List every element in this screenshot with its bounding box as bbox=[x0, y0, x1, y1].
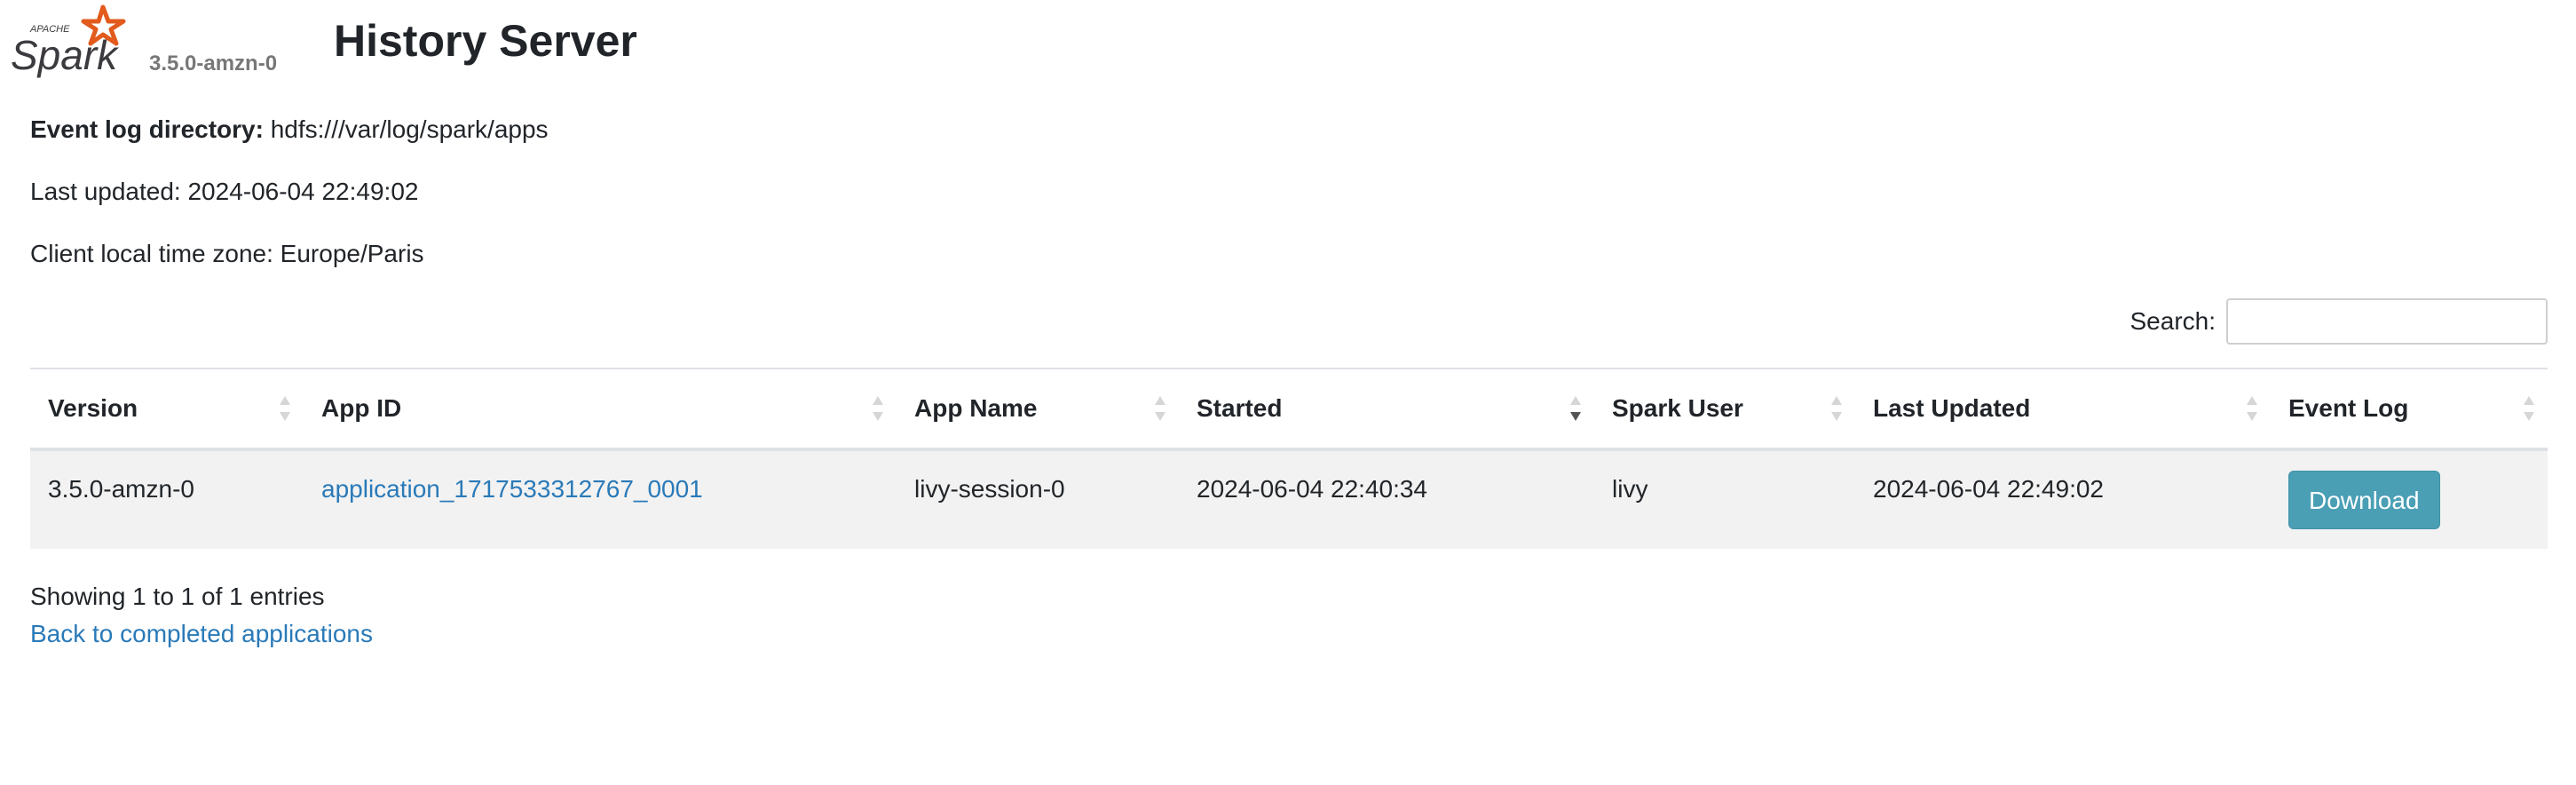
entries-info: Showing 1 to 1 of 1 entries bbox=[30, 583, 325, 610]
column-header-last-updated[interactable]: Last Updated bbox=[1855, 368, 2271, 451]
table-header-row: Version App ID App Name Started Spark Us… bbox=[30, 368, 2548, 451]
event-log-directory: Event log directory: hdfs:///var/log/spa… bbox=[30, 114, 549, 146]
cell-started-text: 2024-06-04 22:40:34 bbox=[1197, 475, 1427, 503]
column-header-app-id[interactable]: App ID bbox=[304, 368, 897, 451]
header: APACHE Spark 3.5.0-amzn-0 History Server bbox=[11, 0, 829, 85]
cell-last-updated: 2024-06-04 22:49:02 bbox=[1855, 449, 2271, 549]
cell-app-id: application_1717533312767_0001 bbox=[304, 449, 897, 549]
cell-event-log: Download bbox=[2271, 449, 2548, 549]
sort-both-icon bbox=[280, 396, 290, 421]
spark-logo-icon: APACHE Spark bbox=[11, 4, 126, 78]
last-updated: Last updated: 2024-06-04 22:49:02 bbox=[30, 178, 419, 205]
logo-spark-text: Spark bbox=[11, 32, 119, 78]
column-header-started[interactable]: Started bbox=[1179, 368, 1594, 451]
sort-both-icon bbox=[2524, 396, 2534, 421]
column-label: App Name bbox=[914, 394, 1038, 422]
sort-both-icon bbox=[873, 396, 883, 421]
column-label: Started bbox=[1197, 394, 1283, 422]
column-label: Last Updated bbox=[1873, 394, 2031, 422]
applications-table: Version App ID App Name Started Spark Us… bbox=[30, 368, 2548, 549]
event-log-label: Event log directory: bbox=[30, 115, 264, 143]
spark-version: 3.5.0-amzn-0 bbox=[149, 52, 278, 75]
sort-both-icon bbox=[1155, 396, 1166, 421]
column-label: App ID bbox=[321, 394, 402, 422]
cell-version-text: 3.5.0-amzn-0 bbox=[48, 475, 194, 503]
sort-both-icon bbox=[2247, 396, 2257, 421]
cell-spark-user: livy bbox=[1594, 449, 1855, 549]
download-button[interactable]: Download bbox=[2288, 471, 2440, 529]
event-log-value: hdfs:///var/log/spark/apps bbox=[270, 115, 549, 143]
cell-spark-user-text: livy bbox=[1612, 475, 1648, 503]
column-label: Version bbox=[48, 394, 138, 422]
search-input[interactable] bbox=[2226, 298, 2548, 345]
page-title: History Server bbox=[334, 16, 637, 66]
cell-started: 2024-06-04 22:40:34 bbox=[1179, 449, 1594, 549]
cell-version: 3.5.0-amzn-0 bbox=[30, 449, 304, 549]
column-header-version[interactable]: Version bbox=[30, 368, 304, 451]
spark-logo[interactable]: APACHE Spark bbox=[4, 2, 137, 78]
column-header-app-name[interactable]: App Name bbox=[897, 368, 1179, 451]
cell-last-updated-text: 2024-06-04 22:49:02 bbox=[1873, 475, 2104, 503]
column-label: Event Log bbox=[2288, 394, 2409, 422]
client-time-zone: Client local time zone: Europe/Paris bbox=[30, 240, 424, 267]
sort-both-icon bbox=[1831, 396, 1842, 421]
table-row: 3.5.0-amzn-0 application_1717533312767_0… bbox=[30, 449, 2548, 549]
cell-app-name: livy-session-0 bbox=[897, 449, 1179, 549]
back-to-completed-link[interactable]: Back to completed applications bbox=[30, 618, 373, 650]
column-header-event-log[interactable]: Event Log bbox=[2271, 368, 2548, 451]
search-area: Search: bbox=[2130, 297, 2548, 346]
cell-app-name-text: livy-session-0 bbox=[914, 475, 1065, 503]
column-label: Spark User bbox=[1612, 394, 1743, 422]
column-header-spark-user[interactable]: Spark User bbox=[1594, 368, 1855, 451]
search-label: Search: bbox=[2130, 307, 2216, 335]
app-id-link[interactable]: application_1717533312767_0001 bbox=[321, 475, 703, 503]
sort-desc-icon bbox=[1570, 396, 1581, 421]
